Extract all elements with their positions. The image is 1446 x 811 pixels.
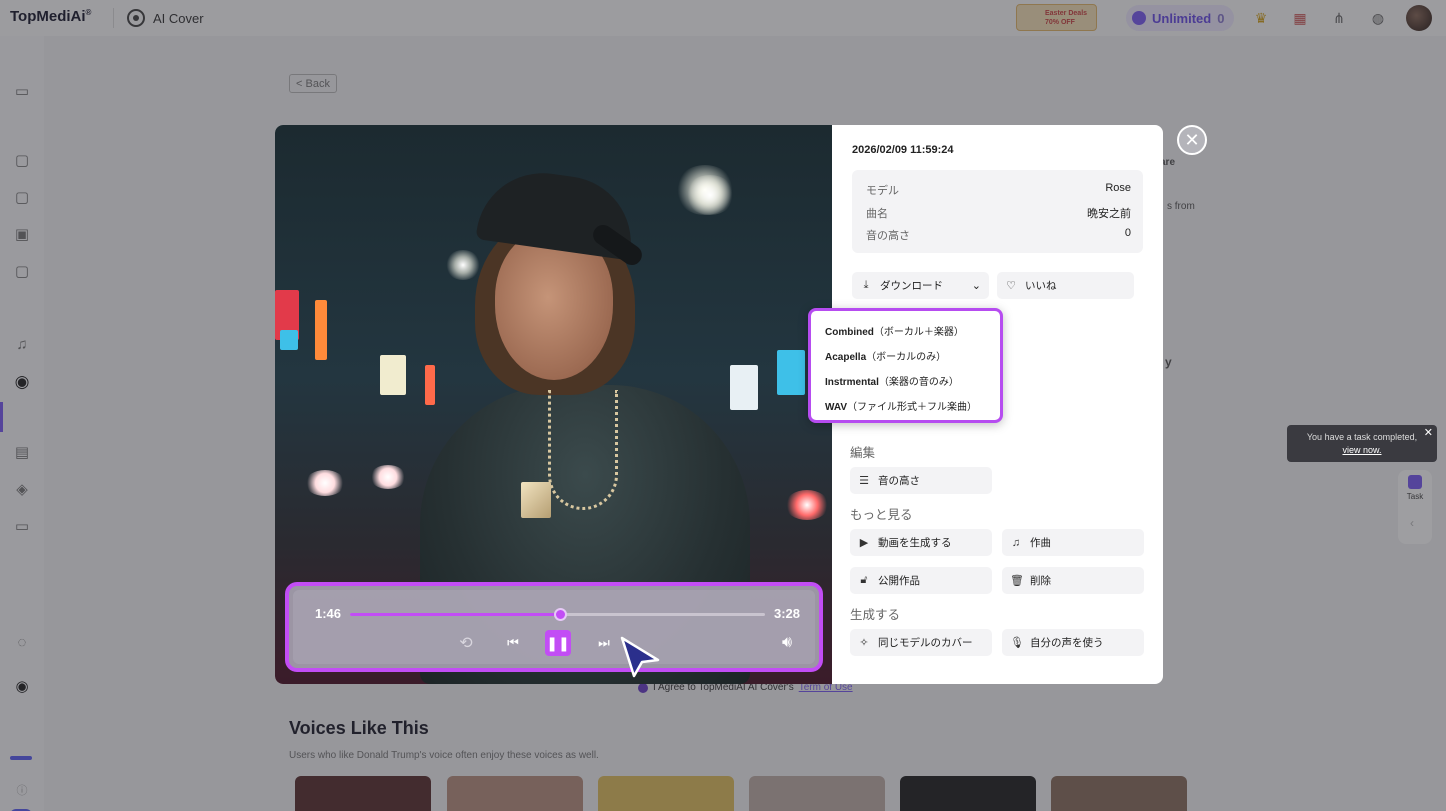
same-model-cover-button[interactable]: ✧ 同じモデルのカバー: [850, 629, 992, 656]
play-square-icon: ▶: [859, 537, 869, 549]
chain: [548, 390, 618, 510]
pitch-button[interactable]: ☰ 音の高さ: [850, 467, 992, 494]
download-icon: ⤓: [863, 279, 869, 291]
progress-track[interactable]: [350, 608, 765, 621]
player-body: 1:46 3:28 ⟲ ⏮ ❚❚ ⏭ 🔊︎: [293, 590, 815, 664]
like-button[interactable]: ♡ いいね: [997, 272, 1134, 299]
neon-sign: [315, 300, 327, 360]
song-meta-box: モデル Rose 曲名 晩安之前 音の高さ 0: [852, 170, 1143, 253]
car-headlight: [370, 465, 406, 489]
compose-button[interactable]: ♫ 作曲: [1002, 529, 1144, 556]
modal-close-button[interactable]: ✕: [1177, 125, 1207, 155]
car-taillight: [785, 490, 829, 520]
meta-row-title: 曲名 晩安之前: [866, 208, 1131, 220]
trash-icon: 🗑︎: [1010, 575, 1024, 587]
unlock-icon: 🔓︎: [860, 574, 868, 586]
volume-icon[interactable]: 🔊︎: [774, 630, 800, 656]
edit-section-title: 編集: [850, 446, 876, 460]
neon-sign: [280, 330, 298, 350]
pendant: [521, 482, 551, 518]
previous-icon[interactable]: ⏮: [500, 630, 526, 656]
audio-player: 1:46 3:28 ⟲ ⏮ ❚❚ ⏭ 🔊︎: [285, 582, 823, 672]
download-option-instrumental[interactable]: Instrmental（楽器の音のみ）: [825, 373, 959, 388]
close-icon: ✕: [1184, 129, 1200, 150]
neon-sign: [777, 350, 805, 395]
progress-fill: [350, 613, 560, 616]
more-section-title: もっと見る: [850, 508, 913, 522]
sliders-icon: ☰: [859, 475, 869, 487]
download-button[interactable]: ⤓ ダウンロード ⌄: [852, 272, 989, 299]
download-option-acapella[interactable]: Acapella（ボーカルのみ）: [825, 348, 946, 363]
task-complete-toast: You have a task completed, view now. ✕: [1287, 425, 1437, 462]
heart-icon: ♡: [1006, 280, 1016, 292]
neon-sign: [380, 355, 406, 395]
duration: 3:28: [774, 606, 801, 621]
public-work-button[interactable]: 🔓︎ 公開作品: [850, 567, 992, 594]
download-option-combined[interactable]: Combined（ボーカル＋楽器）: [825, 323, 964, 338]
cover-artwork: 1:46 3:28 ⟲ ⏮ ❚❚ ⏭ 🔊︎: [275, 125, 832, 684]
progress-handle[interactable]: [553, 608, 567, 621]
song-detail-modal: 1:46 3:28 ⟲ ⏮ ❚❚ ⏭ 🔊︎ 2026/02/09 11:59:2…: [275, 125, 1163, 684]
use-own-voice-button[interactable]: 🎙︎ 自分の声を使う: [1002, 629, 1144, 656]
repeat-icon[interactable]: ⟲: [453, 630, 479, 656]
toast-close-icon[interactable]: ✕: [1424, 427, 1433, 440]
generate-section-title: 生成する: [850, 608, 901, 622]
view-now-link[interactable]: view now.: [1287, 444, 1437, 457]
meta-row-model: モデル Rose: [866, 182, 1131, 197]
microphone-icon: 🎙︎: [1010, 637, 1024, 649]
download-options-menu: Combined（ボーカル＋楽器） Acapella（ボーカルのみ） Instr…: [808, 308, 1003, 423]
delete-button[interactable]: 🗑︎ 削除: [1002, 567, 1144, 594]
next-icon[interactable]: ⏭: [591, 630, 617, 656]
created-date: 2026/02/09 11:59:24: [852, 144, 954, 156]
music-note-icon: ♫: [1011, 536, 1021, 549]
wand-icon: ✧: [859, 637, 869, 649]
mouse-cursor-icon: [620, 636, 662, 683]
pause-button[interactable]: ❚❚: [545, 630, 571, 656]
current-time: 1:46: [315, 606, 342, 621]
download-option-wav[interactable]: WAV（ファイル形式＋フル楽曲）: [825, 398, 977, 413]
car-headlight: [305, 470, 345, 496]
meta-row-pitch: 音の高さ 0: [866, 227, 1131, 242]
chevron-down-icon: ⌄: [971, 280, 981, 292]
generate-video-button[interactable]: ▶ 動画を生成する: [850, 529, 992, 556]
